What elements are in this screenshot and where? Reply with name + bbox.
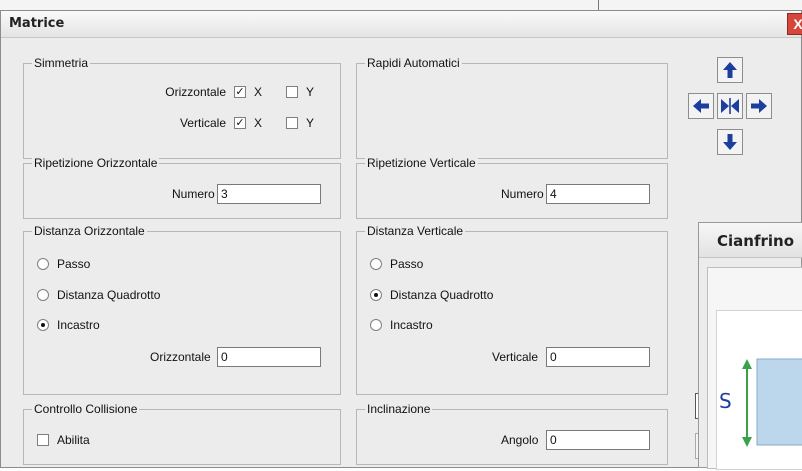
distanza-verticale-incastro-radio[interactable]: [370, 319, 382, 331]
inclinazione-legend: Inclinazione: [365, 402, 433, 416]
distanza-orizzontale-group: Distanza Orizzontale Passo Distanza Quad…: [23, 224, 341, 395]
rapidi-automatici-legend: Rapidi Automatici: [365, 56, 462, 70]
angolo-input[interactable]: 0: [546, 430, 650, 450]
background-separator: [598, 0, 599, 10]
distanza-verticale-incastro-label: Incastro: [390, 318, 433, 332]
ripetizione-orizzontale-numero-label: Numero: [172, 187, 215, 201]
simmetria-verticale-y-checkbox[interactable]: [286, 117, 298, 129]
simmetria-orizzontale-y-label: Y: [306, 85, 315, 99]
distanza-verticale-quadrotto-label: Distanza Quadrotto: [390, 288, 494, 302]
arrow-up-button[interactable]: [717, 57, 743, 83]
cianfrino-window: Cianfrino S: [698, 222, 802, 470]
ripetizione-orizzontale-numero-input[interactable]: 3: [217, 184, 321, 204]
window-title: Matrice: [9, 16, 65, 31]
arrow-up-icon: [723, 62, 737, 78]
arrow-down-button[interactable]: [717, 129, 743, 155]
distanza-orizzontale-passo-radio[interactable]: [37, 258, 49, 270]
simmetria-orizzontale-x-label: X: [254, 85, 263, 99]
mirror-button[interactable]: [717, 93, 743, 119]
cianfrino-panel: S: [707, 267, 802, 470]
ripetizione-orizzontale-group: Ripetizione Orizzontale Numero 3: [23, 156, 341, 219]
abilita-label: Abilita: [57, 433, 90, 447]
simmetria-verticale-x-label: X: [254, 116, 263, 130]
arrow-down-icon: [723, 134, 737, 150]
arrow-left-icon: [693, 99, 709, 113]
ripetizione-verticale-numero-input[interactable]: 4: [546, 184, 650, 204]
distanza-verticale-field-label: Verticale: [492, 350, 539, 364]
distanza-verticale-input[interactable]: 0: [546, 347, 650, 367]
simmetria-verticale-label: Verticale: [179, 116, 226, 130]
distanza-verticale-passo-radio[interactable]: [370, 258, 382, 270]
simmetria-verticale-y-label: Y: [306, 116, 315, 130]
distanza-orizzontale-passo-label: Passo: [57, 257, 91, 271]
distanza-verticale-passo-label: Passo: [390, 257, 424, 271]
simmetria-legend: Simmetria: [32, 56, 91, 70]
distanza-orizzontale-incastro-radio[interactable]: [37, 319, 49, 331]
distanza-orizzontale-quadrotto-radio[interactable]: [37, 289, 49, 301]
inclinazione-group: Inclinazione Angolo 0: [356, 402, 668, 465]
arrow-left-button[interactable]: [688, 93, 714, 119]
distanza-verticale-group: Distanza Verticale Passo Distanza Quadro…: [356, 224, 668, 395]
distanza-orizzontale-input[interactable]: 0: [217, 347, 321, 367]
simmetria-orizzontale-y-checkbox[interactable]: [286, 86, 298, 98]
distanza-orizzontale-field-label: Orizzontale: [150, 350, 211, 364]
dimension-s-label: S: [719, 389, 732, 413]
matrice-dialog: Matrice X Simmetria Orizzontale ✓ X Y Ve…: [0, 10, 802, 468]
simmetria-orizzontale-x-checkbox[interactable]: ✓: [234, 86, 246, 98]
distanza-orizzontale-quadrotto-label: Distanza Quadrotto: [57, 288, 161, 302]
distanza-verticale-legend: Distanza Verticale: [365, 224, 466, 238]
distanza-verticale-quadrotto-radio[interactable]: [370, 289, 382, 301]
simmetria-group: Simmetria Orizzontale ✓ X Y Verticale ✓ …: [23, 56, 341, 159]
distanza-orizzontale-incastro-label: Incastro: [57, 318, 100, 332]
simmetria-verticale-x-checkbox[interactable]: ✓: [234, 117, 246, 129]
arrow-right-icon: [751, 99, 767, 113]
angolo-label: Angolo: [501, 433, 539, 447]
ripetizione-verticale-group: Ripetizione Verticale Numero 4: [356, 156, 668, 219]
controllo-collisione-legend: Controllo Collisione: [32, 402, 140, 416]
rapidi-automatici-group: Rapidi Automatici: [356, 56, 668, 159]
cianfrino-preview: S: [716, 310, 802, 470]
cianfrino-title: Cianfrino: [717, 232, 794, 250]
mirror-icon: [721, 98, 739, 114]
simmetria-orizzontale-label: Orizzontale: [165, 85, 226, 99]
arrow-right-button[interactable]: [746, 93, 772, 119]
controllo-collisione-group: Controllo Collisione Abilita: [23, 402, 341, 465]
ripetizione-orizzontale-legend: Ripetizione Orizzontale: [32, 156, 160, 170]
ripetizione-verticale-numero-label: Numero: [501, 187, 544, 201]
ripetizione-verticale-legend: Ripetizione Verticale: [365, 156, 478, 170]
title-bar: Matrice X: [1, 11, 802, 38]
distanza-orizzontale-legend: Distanza Orizzontale: [32, 224, 147, 238]
close-button[interactable]: X: [787, 13, 802, 35]
cianfrino-title-bar: Cianfrino: [699, 223, 802, 258]
abilita-checkbox[interactable]: [37, 434, 49, 446]
